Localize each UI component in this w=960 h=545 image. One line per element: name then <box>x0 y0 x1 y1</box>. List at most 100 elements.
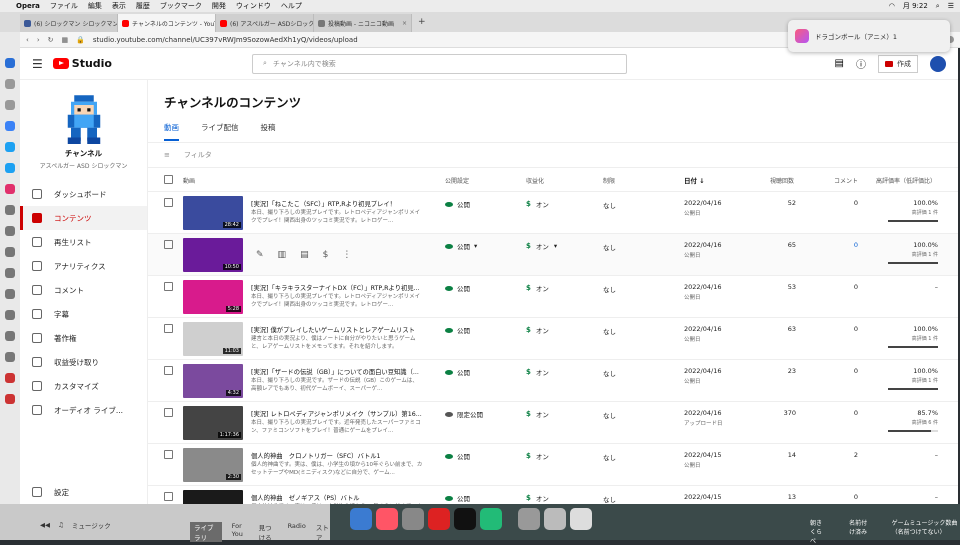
nav-item-content[interactable]: コンテンツ <box>20 206 147 230</box>
sidebar-app-icon[interactable] <box>5 100 15 110</box>
row-checkbox[interactable] <box>164 240 173 249</box>
comments-icon[interactable]: ▤ <box>300 250 309 260</box>
help-icon[interactable]: ⓘ <box>856 56 866 71</box>
nav-item-copyright[interactable]: 著作権 <box>20 326 147 350</box>
more-icon[interactable]: ⋮ <box>342 250 351 260</box>
monetization-cell[interactable]: $ オン ▾ <box>526 241 557 251</box>
nav-item-analytics[interactable]: アナリティクス <box>20 254 147 278</box>
itunes-source[interactable]: ミュージック <box>72 520 111 530</box>
nav-item-monetization[interactable]: 収益受け取り <box>20 350 147 374</box>
search-box[interactable]: ⌕ チャンネル内で検索 <box>251 53 627 74</box>
table-row[interactable]: 11:03 [実況] 僕がプレイしたいゲームリストとレアゲームリスト 建言と本日の実… <box>148 318 958 360</box>
row-checkbox[interactable] <box>164 282 173 291</box>
sidebar-app-icon[interactable] <box>5 79 15 89</box>
sidebar-app-icon[interactable] <box>5 310 15 320</box>
desktop-folder[interactable]: 朝きくらべ <box>810 518 827 545</box>
music-icon[interactable] <box>376 508 398 530</box>
nav-item-customize[interactable]: カスタマイズ <box>20 374 147 398</box>
content-tab[interactable]: 動画 <box>164 122 179 141</box>
browser-tab[interactable]: チャンネルのコンテンツ - YouT× <box>118 14 216 32</box>
reload-icon[interactable]: ↻ <box>48 36 54 44</box>
col-rating[interactable]: 高評価率（低評価比） <box>876 176 936 185</box>
sidebar-app-icon[interactable] <box>5 373 15 383</box>
filter-input[interactable]: フィルタ <box>184 150 212 160</box>
video-title[interactable]: [実況]「ザードの伝説（GB）」についての面白い豆知識（... <box>251 367 423 376</box>
table-row[interactable]: 28:42 [実況]「ねこたこ（SFC）」RTP,Rより初見プレイ！ 本日、撮り下ろ… <box>148 192 958 234</box>
table-row[interactable]: 個人的神曲 ゼノギアス（PS）バトル個人的神曲です。実は、僕は、小学生の頃から1… <box>148 486 958 504</box>
row-checkbox[interactable] <box>164 492 173 501</box>
folder-icon[interactable] <box>518 508 540 530</box>
grid-icon[interactable]: ▦ <box>62 36 69 44</box>
mac-menu-item[interactable]: 編集 <box>88 1 102 11</box>
video-thumbnail[interactable]: 4:32 <box>183 364 243 398</box>
sidebar-app-icon[interactable] <box>5 205 15 215</box>
forward-icon[interactable]: › <box>37 36 40 44</box>
browser-tab[interactable]: 投稿動画 - ニコニコ動画 × <box>314 14 412 32</box>
filter-icon[interactable]: ≡ <box>164 151 170 159</box>
col-visibility[interactable]: 公開設定 <box>445 176 469 185</box>
itunes-tab[interactable]: For You <box>232 522 249 542</box>
search-input[interactable]: チャンネル内で検索 <box>273 59 336 69</box>
music-notification[interactable]: ドラゴンボール（アニメ）1 <box>788 20 950 52</box>
rewind-icon[interactable]: ◀◀ <box>40 521 50 529</box>
row-checkbox[interactable] <box>164 324 173 333</box>
desktop-folder[interactable]: ゲームミュージック数曲（名前つけてない） <box>892 518 960 545</box>
account-avatar[interactable] <box>930 55 946 72</box>
monetization-icon[interactable]: $ <box>323 250 329 260</box>
itunes-tab[interactable]: Radio <box>288 522 306 542</box>
video-title[interactable]: [実況]「ねこたこ（SFC）」RTP,Rより初見プレイ！ <box>251 199 423 208</box>
video-title[interactable]: 個人的神曲 クロノトリガー（SFC）バトル1 <box>251 451 423 460</box>
table-row[interactable]: 4:32 [実況]「ザードの伝説（GB）」についての面白い豆知識（... 本日、撮り… <box>148 360 958 402</box>
mac-menu-item[interactable]: 開発 <box>212 1 226 11</box>
sidebar-app-icon[interactable] <box>5 331 15 341</box>
content-tab[interactable]: ライブ配信 <box>201 122 239 141</box>
nav-item-dashboard[interactable]: ダッシュボード <box>20 182 147 206</box>
clock[interactable]: 月 9:22 <box>903 1 928 11</box>
app-menu[interactable]: Opera <box>16 2 40 10</box>
itunes-tab[interactable]: 見つける <box>259 522 278 542</box>
browser-tab[interactable]: (6) アスペルガー ASDシロックマ× <box>216 14 314 32</box>
mac-menu-item[interactable]: ブックマーク <box>160 1 202 11</box>
row-checkbox[interactable] <box>164 408 173 417</box>
messages-icon[interactable]: ▤ <box>835 58 844 69</box>
browser-tab[interactable]: (6) シロックマン シロックマン× <box>20 14 118 32</box>
settings-icon[interactable] <box>402 508 424 530</box>
menu-icon[interactable]: ☰ <box>948 2 954 10</box>
folder-icon[interactable] <box>544 508 566 530</box>
sidebar-app-icon[interactable] <box>5 247 15 257</box>
nav-item-audio[interactable]: オーディオ ライブ... <box>20 398 147 422</box>
video-title[interactable]: [実況]「キラキラスターナイトDX（FC）」RTP,Rより初見... <box>251 283 423 292</box>
itunes-tab[interactable]: ライブラリ <box>190 522 222 542</box>
dropdown-icon[interactable]: ▾ <box>474 242 477 250</box>
video-thumbnail[interactable]: 11:03 <box>183 322 243 356</box>
video-title[interactable]: 個人的神曲 ゼノギアス（PS）バトル <box>251 493 423 502</box>
sidebar-app-icon[interactable] <box>5 163 15 173</box>
back-icon[interactable]: ‹ <box>26 36 29 44</box>
sidebar-app-icon[interactable] <box>5 226 15 236</box>
sidebar-app-icon[interactable] <box>5 268 15 278</box>
video-title[interactable]: [実況] 僕がプレイしたいゲームリストとレアゲームリスト <box>251 325 423 334</box>
table-row[interactable]: 10:50 ✎ ▥ ▤ $ ⋮ 公開 ▾ $ オン ▾ なし 2022/04/16 公開日 65 0 100.0… <box>148 234 958 276</box>
quicktime-icon[interactable] <box>480 508 502 530</box>
sidebar-app-icon[interactable] <box>5 352 15 362</box>
sidebar-app-icon[interactable] <box>5 121 15 131</box>
col-comments[interactable]: コメント <box>834 176 858 185</box>
studio-logo[interactable]: Studio <box>52 57 112 70</box>
nav-item-settings[interactable]: 設定 <box>20 480 148 504</box>
mac-menu-item[interactable]: ファイル <box>50 1 78 11</box>
table-row[interactable]: 1:17:36 [実況] レトロペディアジャンポリメイク（サンプル）第16... 本… <box>148 402 958 444</box>
col-date[interactable]: 日付 ↓ <box>684 175 705 185</box>
row-checkbox[interactable] <box>164 450 173 459</box>
close-tab-icon[interactable]: × <box>402 20 407 27</box>
analytics-icon[interactable]: ▥ <box>278 250 287 260</box>
sidebar-app-icon[interactable] <box>5 58 15 68</box>
create-button[interactable]: 作成 <box>878 54 918 73</box>
mac-menu-item[interactable]: 表示 <box>112 1 126 11</box>
col-monetization[interactable]: 収益化 <box>526 176 544 185</box>
finder-icon[interactable] <box>350 508 372 530</box>
video-title[interactable]: [実況] レトロペディアジャンポリメイク（サンプル）第16... <box>251 409 423 418</box>
row-checkbox[interactable] <box>164 366 173 375</box>
app-icon[interactable] <box>454 508 476 530</box>
mac-menu-item[interactable]: 履歴 <box>136 1 150 11</box>
itunes-tab[interactable]: ストア <box>316 522 330 542</box>
